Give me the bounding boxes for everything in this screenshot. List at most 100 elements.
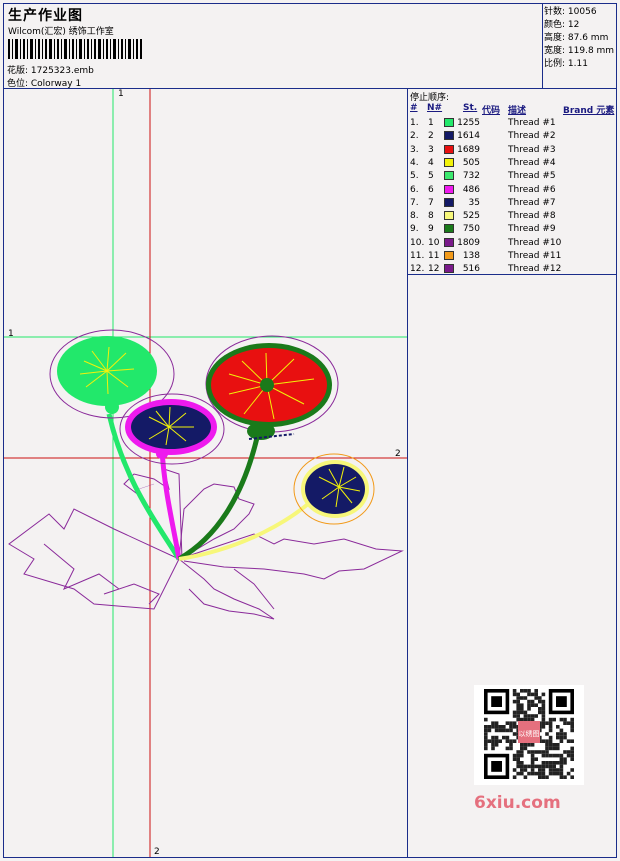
table-row[interactable]: 9. 9 750 Thread #9	[408, 223, 616, 236]
thread-color-swatch	[444, 157, 454, 167]
header-info: 生产作业图 Wilcom(汇宏) 绣饰工作室 花版: 1725323.emb 色…	[4, 4, 543, 89]
row-index: 2.	[410, 131, 419, 142]
row-needle: 10	[428, 237, 440, 248]
table-row[interactable]: 11. 11 138 Thread #11	[408, 250, 616, 263]
thread-color-swatch	[444, 264, 454, 274]
spec-stitches: 针数: 10056	[544, 7, 597, 17]
stop-sequence-title: 停止顺序:	[410, 93, 450, 103]
table-row[interactable]: 6. 6 486 Thread #6	[408, 184, 616, 197]
row-description: Thread #10	[508, 237, 562, 248]
embroidery-preview	[4, 89, 407, 857]
table-row[interactable]: 8. 8 525 Thread #8	[408, 210, 616, 223]
qr-code-image: 以绣图	[474, 685, 584, 785]
row-needle: 3	[428, 144, 434, 155]
row-stitch-count: 732	[462, 171, 480, 182]
row-description: Thread #1	[508, 118, 556, 128]
col-hash: #	[410, 103, 418, 113]
row-index: 10.	[410, 237, 425, 248]
row-needle: 11	[428, 251, 440, 261]
col-stitches: St.	[463, 103, 478, 113]
row-description: Thread #5	[508, 171, 556, 182]
thread-color-swatch	[444, 118, 454, 127]
row-description: Thread #4	[508, 157, 556, 168]
flower-navy	[305, 464, 365, 514]
spec-width: 宽度: 119.8 mm	[544, 46, 615, 56]
thread-color-swatch	[444, 171, 454, 181]
guide-label-v1: 1	[118, 89, 124, 99]
table-row[interactable]: 3. 3 1689 Thread #3	[408, 144, 616, 157]
row-needle: 8	[428, 211, 434, 222]
design-preview-canvas[interactable]: 1 1 2 2	[4, 89, 408, 857]
row-stitch-count: 486	[462, 184, 480, 195]
colorway-label: 色位: Colorway 1	[7, 79, 82, 89]
guide-label-h1: 1	[8, 329, 14, 339]
barcode-image	[8, 39, 142, 59]
row-stitch-count: 1614	[457, 131, 480, 142]
table-row[interactable]: 4. 4 505 Thread #4	[408, 157, 616, 170]
thread-color-swatch	[444, 144, 454, 154]
row-needle: 2	[428, 131, 434, 142]
watermark-logo: 6xiu.com	[474, 793, 561, 813]
row-index: 9.	[410, 224, 419, 235]
row-needle: 7	[428, 197, 434, 208]
row-needle: 12	[428, 264, 440, 275]
table-row[interactable]: 10. 10 1809 Thread #10	[408, 237, 616, 250]
row-description: Thread #2	[508, 131, 556, 142]
thread-color-swatch	[444, 237, 454, 247]
row-needle: 1	[428, 118, 434, 128]
row-description: Thread #6	[508, 184, 556, 195]
row-needle: 9	[428, 224, 434, 235]
thread-color-swatch	[444, 224, 454, 234]
row-description: Thread #3	[508, 144, 556, 155]
table-row[interactable]: 7. 7 35 Thread #7	[408, 197, 616, 210]
table-row[interactable]: 12. 12 516 Thread #12	[408, 263, 616, 276]
stop-sequence-table: 停止顺序: # N# St. 代码 描述 Brand 元素 1. 1 1255 Thr…	[408, 89, 616, 275]
thread-color-swatch	[444, 197, 454, 207]
row-description: Thread #8	[508, 211, 556, 222]
row-stitch-count: 505	[462, 157, 480, 168]
col-code: 代码	[482, 106, 501, 116]
thread-color-swatch	[444, 184, 454, 194]
row-index: 5.	[410, 171, 419, 182]
guide-label-v2: 2	[154, 847, 160, 857]
col-brand: Brand 元素	[563, 106, 615, 116]
thread-color-swatch	[444, 131, 454, 141]
table-row[interactable]: 1. 1 1255 Thread #1	[408, 117, 616, 130]
row-stitch-count: 525	[462, 211, 480, 222]
row-index: 8.	[410, 211, 419, 222]
row-description: Thread #11	[508, 251, 562, 261]
row-needle: 6	[428, 184, 434, 195]
table-row[interactable]: 2. 2 1614 Thread #2	[408, 130, 616, 143]
row-stitch-count: 35	[468, 197, 480, 208]
row-description: Thread #12	[508, 264, 562, 275]
row-needle: 5	[428, 171, 434, 182]
col-description: 描述	[508, 106, 527, 116]
row-description: Thread #9	[508, 224, 556, 235]
spec-colors: 颜色: 12	[544, 20, 580, 30]
company-name: Wilcom(汇宏) 绣饰工作室	[8, 27, 114, 37]
stop-sequence-panel: 停止顺序: # N# St. 代码 描述 Brand 元素 1. 1 1255 Thr…	[408, 89, 616, 857]
row-needle: 4	[428, 157, 434, 168]
production-worksheet: 生产作业图 Wilcom(汇宏) 绣饰工作室 花版: 1725323.emb 色…	[3, 3, 617, 858]
row-index: 12.	[410, 264, 425, 275]
row-index: 3.	[410, 144, 419, 155]
col-number: N#	[427, 103, 443, 113]
row-index: 6.	[410, 184, 419, 195]
row-index: 1.	[410, 118, 419, 128]
spec-scale: 比例: 1.11	[544, 59, 588, 69]
spec-box: 针数: 10056 颜色: 12 高度: 87.6 mm 宽度: 119.8 m…	[543, 4, 616, 89]
thread-color-swatch	[444, 251, 454, 260]
guide-label-h2: 2	[395, 449, 401, 459]
thread-color-swatch	[444, 211, 454, 221]
row-stitch-count: 138	[462, 251, 480, 261]
row-index: 11.	[410, 251, 425, 261]
row-stitch-count: 1809	[457, 237, 480, 248]
qr-badge-text: 以绣图	[519, 729, 540, 738]
row-index: 4.	[410, 157, 419, 168]
row-stitch-count: 516	[462, 264, 480, 275]
row-stitch-count: 750	[462, 224, 480, 235]
design-file-label: 花版: 1725323.emb	[7, 66, 94, 76]
row-stitch-count: 1255	[457, 118, 480, 128]
table-row[interactable]: 5. 5 732 Thread #5	[408, 170, 616, 183]
row-stitch-count: 1689	[457, 144, 480, 155]
